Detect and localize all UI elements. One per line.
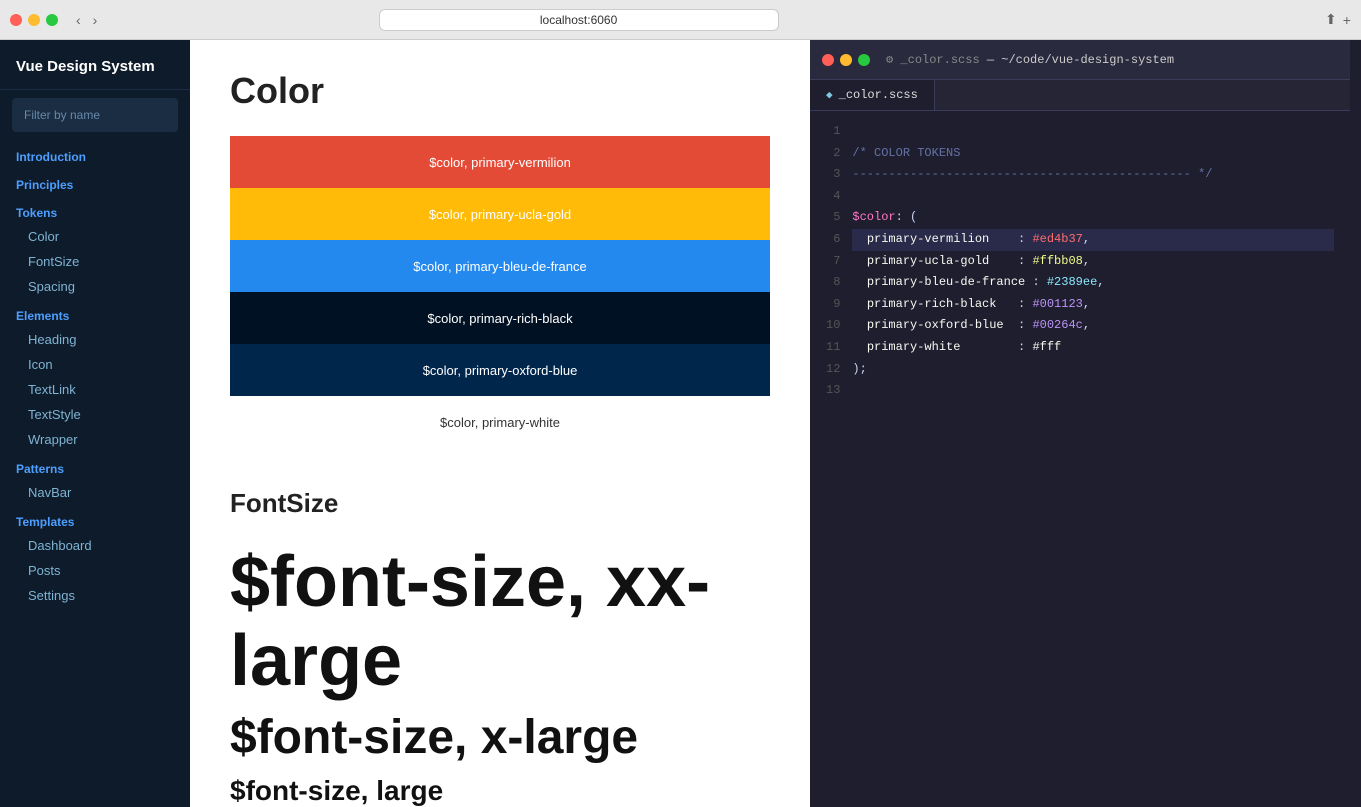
sidebar-section-tokens[interactable]: Tokens	[0, 196, 190, 224]
sidebar-item-textlink[interactable]: TextLink	[0, 377, 190, 402]
swatch-bleu-de-france: $color, primary-bleu-de-france	[230, 240, 770, 292]
browser-actions: ⬆ +	[1325, 11, 1351, 28]
sidebar-section-introduction[interactable]: Introduction	[0, 140, 190, 168]
swatch-oxford-blue: $color, primary-oxford-blue	[230, 344, 770, 396]
editor-tab-color[interactable]: ◆ _color.scss	[810, 80, 935, 110]
sidebar: Vue Design System Introduction Principle…	[0, 40, 190, 807]
back-button[interactable]: ‹	[72, 10, 85, 30]
forward-button[interactable]: ›	[89, 10, 102, 30]
close-traffic-light[interactable]	[10, 14, 22, 26]
code-line-2: /* COLOR TOKENS	[852, 143, 1334, 165]
font-xx-large-label: $font-size, xx-large	[230, 543, 770, 701]
fontsize-title: FontSize	[230, 488, 770, 519]
swatch-white: $color, primary-white	[230, 396, 770, 448]
minimize-traffic-light[interactable]	[28, 14, 40, 26]
browser-content: Color $color, primary-vermilion $color, …	[190, 40, 810, 807]
sidebar-item-wrapper[interactable]: Wrapper	[0, 427, 190, 452]
share-button[interactable]: ⬆	[1325, 11, 1337, 28]
sidebar-item-heading[interactable]: Heading	[0, 327, 190, 352]
code-line-6: primary-vermilion : #ed4b37,	[852, 229, 1334, 251]
editor-titlebar: ⚙ _color.scss — ~/code/vue-design-system	[810, 40, 1350, 80]
url-bar[interactable]: localhost:6060	[379, 9, 779, 31]
filter-input[interactable]	[12, 98, 178, 132]
font-x-large-label: $font-size, x-large	[230, 709, 770, 767]
code-line-11: primary-white : #fff	[852, 337, 1334, 359]
editor-traffic-lights	[822, 54, 870, 66]
sidebar-item-textstyle[interactable]: TextStyle	[0, 402, 190, 427]
sidebar-item-navbar[interactable]: NavBar	[0, 480, 190, 505]
scss-icon: ◆	[826, 88, 833, 102]
traffic-lights	[10, 14, 58, 26]
sidebar-item-settings[interactable]: Settings	[0, 583, 190, 608]
main-layout: Vue Design System Introduction Principle…	[0, 40, 1361, 807]
code-line-5: $color: (	[852, 207, 1334, 229]
sidebar-section-templates[interactable]: Templates	[0, 505, 190, 533]
swatch-rich-black: $color, primary-rich-black	[230, 292, 770, 344]
swatch-vermilion: $color, primary-vermilion	[230, 136, 770, 188]
sidebar-item-color[interactable]: Color	[0, 224, 190, 249]
maximize-traffic-light[interactable]	[46, 14, 58, 26]
sidebar-item-dashboard[interactable]: Dashboard	[0, 533, 190, 558]
editor-title: ⚙ _color.scss — ~/code/vue-design-system	[886, 52, 1174, 67]
code-line-1	[852, 121, 1334, 143]
code-line-7: primary-ucla-gold : #ffbb08,	[852, 251, 1334, 273]
sidebar-title: Vue Design System	[0, 40, 190, 90]
editor-close-button[interactable]	[822, 54, 834, 66]
code-line-12: );	[852, 359, 1334, 381]
code-line-4	[852, 186, 1334, 208]
new-tab-button[interactable]: +	[1343, 11, 1351, 28]
sidebar-item-fontsize[interactable]: FontSize	[0, 249, 190, 274]
sidebar-item-icon[interactable]: Icon	[0, 352, 190, 377]
code-lines: /* COLOR TOKENS ------------------------…	[852, 121, 1350, 797]
color-title: Color	[230, 70, 770, 112]
tab-label: _color.scss	[839, 88, 918, 102]
sidebar-item-spacing[interactable]: Spacing	[0, 274, 190, 299]
sidebar-section-principles[interactable]: Principles	[0, 168, 190, 196]
code-line-3: ----------------------------------------…	[852, 164, 1334, 186]
code-content[interactable]: 1 2 3 4 5 6 7 8 9 10 11 12 13 /* COLOR T…	[810, 111, 1350, 807]
font-large-label: $font-size, large	[230, 775, 770, 807]
code-editor: ⚙ _color.scss — ~/code/vue-design-system…	[810, 40, 1350, 807]
editor-tabs: ◆ _color.scss	[810, 80, 1350, 111]
code-line-8: primary-bleu-de-france : #2389ee,	[852, 272, 1334, 294]
sidebar-section-elements[interactable]: Elements	[0, 299, 190, 327]
sidebar-section-patterns[interactable]: Patterns	[0, 452, 190, 480]
code-line-9: primary-rich-black : #001123,	[852, 294, 1334, 316]
editor-maximize-button[interactable]	[858, 54, 870, 66]
editor-minimize-button[interactable]	[840, 54, 852, 66]
code-line-13	[852, 380, 1334, 402]
code-line-10: primary-oxford-blue : #00264c,	[852, 315, 1334, 337]
line-numbers: 1 2 3 4 5 6 7 8 9 10 11 12 13	[810, 121, 852, 797]
browser-chrome: ‹ › localhost:6060 ⬆ +	[0, 0, 1361, 40]
swatch-ucla-gold: $color, primary-ucla-gold	[230, 188, 770, 240]
sidebar-item-posts[interactable]: Posts	[0, 558, 190, 583]
nav-buttons: ‹ ›	[72, 10, 101, 30]
color-swatches: $color, primary-vermilion $color, primar…	[230, 136, 770, 448]
